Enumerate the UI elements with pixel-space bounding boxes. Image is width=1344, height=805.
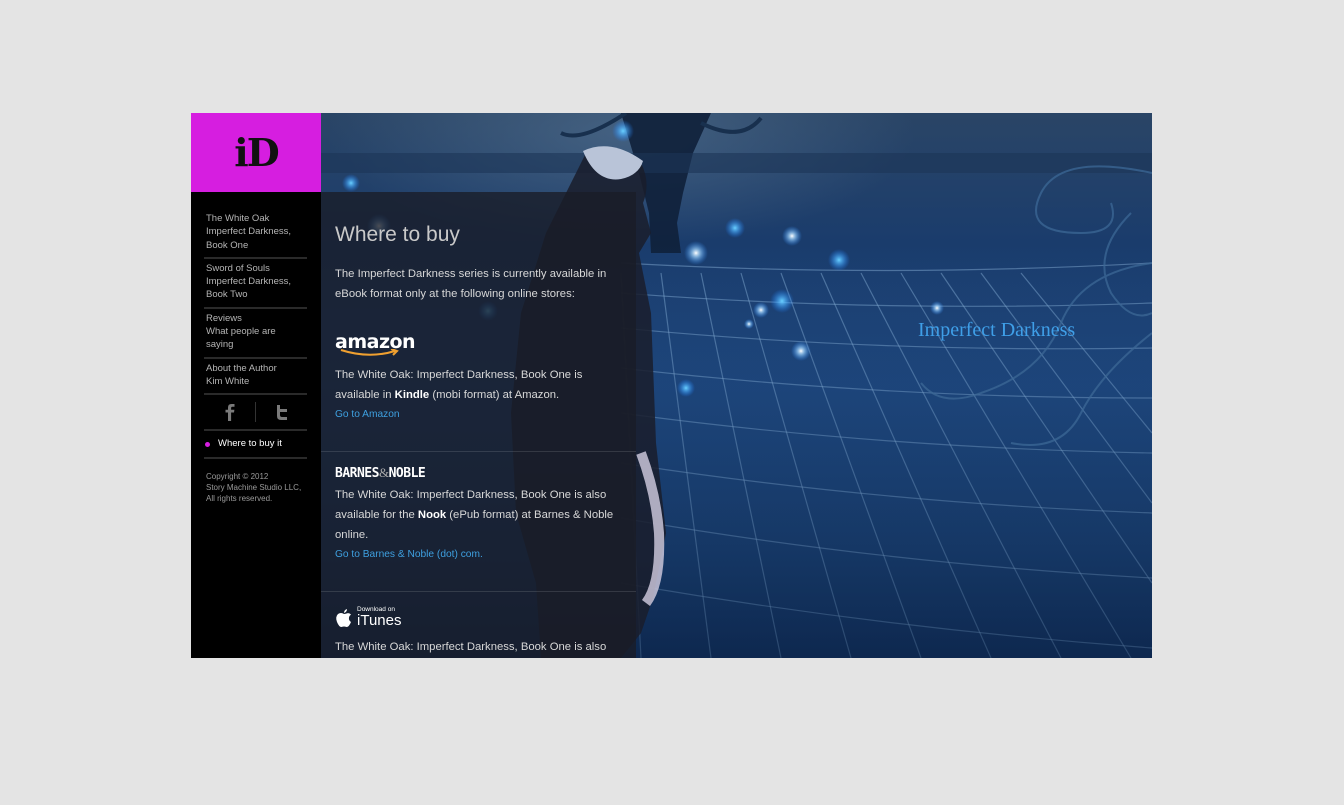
nav-item-title: About the Author: [206, 362, 277, 374]
nav-item-title: Reviews: [206, 312, 242, 324]
desc-text: (mobi format) at Amazon.: [429, 389, 560, 401]
format-name: Nook: [417, 509, 447, 521]
bn-logo-amp: &: [378, 465, 389, 480]
itunes-logo[interactable]: Download on iTunes: [335, 606, 620, 629]
sidebar: iD The White Oak Imperfect Darkness, Boo…: [191, 113, 321, 658]
nav-item-subtitle: What people are saying: [206, 326, 276, 351]
go-to-amazon-link[interactable]: Go to Amazon: [335, 405, 620, 425]
nav-item-subtitle: Book One: [206, 239, 249, 251]
amazon-logo[interactable]: amazon: [335, 331, 620, 357]
facebook-link[interactable]: [204, 395, 255, 429]
nav-item-reviews[interactable]: Reviews What people are saying: [204, 309, 307, 359]
content-panel: Where to buy The Imperfect Darkness seri…: [321, 192, 636, 658]
nav-item-where-to-buy[interactable]: Where to buy it: [204, 431, 307, 460]
amazon-logo-text: amazon: [335, 331, 416, 353]
format-name: Kindle: [394, 389, 430, 401]
nav-item-subtitle: Kim White: [206, 375, 250, 387]
store-itunes: Download on iTunes The White Oak: Imperf…: [335, 606, 620, 657]
site-frame: Imperfect Darkness iD The White Oak Impe…: [191, 113, 1152, 658]
amazon-description: The White Oak: Imperfect Darkness, Book …: [335, 365, 620, 405]
itunes-description: The White Oak: Imperfect Darkness, Book …: [335, 641, 607, 653]
twitter-link[interactable]: [256, 395, 307, 429]
bn-logo-text: BARNES: [335, 466, 379, 481]
store-amazon: amazon The White Oak: Imperfect Darkness…: [335, 331, 620, 425]
active-indicator-dot: [205, 442, 210, 448]
nav-item-subtitle: Book Two: [206, 289, 248, 301]
nav-item-white-oak[interactable]: The White Oak Imperfect Darkness, Book O…: [204, 209, 307, 259]
store-divider: [321, 591, 636, 592]
twitter-icon: [276, 405, 287, 421]
go-to-barnes-noble-link[interactable]: Go to Barnes & Noble (dot) com.: [335, 545, 620, 565]
nav-item-title: The White Oak: [206, 213, 270, 224]
facebook-icon: [225, 404, 234, 422]
logo-text: iD: [234, 129, 279, 175]
copyright-line: Story Machine Studio LLC,: [206, 483, 302, 493]
apple-icon: [336, 608, 351, 627]
store-barnes-noble: BARNES&NOBLE The White Oak: Imperfect Da…: [335, 463, 620, 565]
nav-item-subtitle: Imperfect Darkness,: [206, 276, 291, 288]
copyright-line: All rights reserved.: [206, 494, 273, 504]
copyright-line: Copyright © 2012: [206, 472, 269, 482]
nav-item-about-author[interactable]: About the Author Kim White: [204, 359, 307, 396]
brand-title: Imperfect Darkness: [918, 319, 1076, 341]
nav-item-sword-of-souls[interactable]: Sword of Souls Imperfect Darkness, Book …: [204, 259, 307, 309]
sidebar-nav: The White Oak Imperfect Darkness, Book O…: [204, 209, 307, 504]
logo[interactable]: iD: [191, 113, 321, 192]
bn-logo-text: NOBLE: [388, 466, 426, 481]
social-links: [204, 395, 307, 432]
barnes-noble-description: The White Oak: Imperfect Darkness, Book …: [335, 485, 620, 545]
page-title: Where to buy: [335, 223, 460, 246]
itunes-logo-big: iTunes: [357, 612, 402, 629]
nav-item-title: Sword of Souls: [206, 262, 270, 274]
nav-item-subtitle: Imperfect Darkness,: [206, 226, 291, 238]
intro-text: The Imperfect Darkness series is current…: [335, 268, 607, 300]
copyright: Copyright © 2012 Story Machine Studio LL…: [204, 459, 307, 504]
nav-item-title: Where to buy it: [218, 438, 282, 450]
store-divider: [321, 451, 636, 452]
barnes-noble-logo[interactable]: BARNES&NOBLE: [335, 463, 620, 484]
